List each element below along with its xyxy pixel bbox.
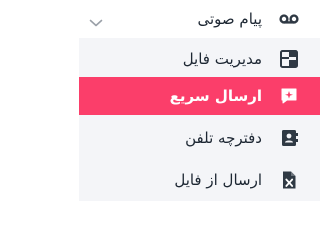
- sidebar-item-label: مدیریت فایل: [182, 50, 262, 68]
- excel-file-icon: [279, 170, 299, 190]
- sidebar-item-file-management[interactable]: مدیریت فایل: [79, 40, 320, 78]
- file-tree-icon: [279, 49, 299, 69]
- sidebar-item-label: ارسال سریع: [169, 87, 262, 105]
- menu-group-label: پیام صوتی: [197, 10, 263, 28]
- quick-message-icon: [279, 86, 299, 106]
- voicemail-icon: [279, 9, 299, 29]
- sidebar-item-send-from-file[interactable]: ارسال از فایل: [79, 161, 320, 199]
- sidebar-item-label: دفترچه تلفن: [185, 129, 262, 147]
- sidebar-item-phone-book[interactable]: دفترچه تلفن: [79, 119, 320, 157]
- chevron-down-icon[interactable]: [89, 13, 103, 27]
- submenu-voicemail: مدیریت فایل ارسال سریع دفترچه تلفن ارسال…: [79, 38, 320, 201]
- sidebar-menu: پیام صوتی مدیریت فایل ارسال سریع دفترچه …: [79, 0, 320, 201]
- sidebar-item-quick-send[interactable]: ارسال سریع: [79, 77, 320, 115]
- sidebar-item-label: ارسال از فایل: [174, 171, 262, 189]
- contacts-book-icon: [279, 128, 299, 148]
- menu-group-voicemail[interactable]: پیام صوتی: [79, 0, 320, 38]
